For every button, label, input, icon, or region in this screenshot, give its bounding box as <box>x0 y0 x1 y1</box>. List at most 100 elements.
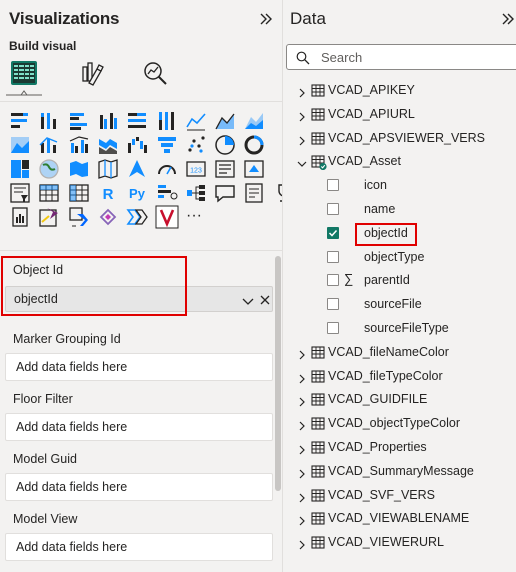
chevron-right-icon[interactable] <box>297 85 307 98</box>
clustered-column-chart-icon[interactable] <box>96 109 120 133</box>
custom-visual-2-icon[interactable] <box>125 205 149 229</box>
marker-grouping-id-drop-zone[interactable]: Add data fields here <box>5 353 273 381</box>
custom-visual-1-icon[interactable] <box>96 205 120 229</box>
field-checkbox[interactable] <box>327 179 339 191</box>
waterfall-chart-icon[interactable] <box>125 133 149 157</box>
field-row-objectid[interactable]: objectId <box>283 221 516 245</box>
object-id-field-pill[interactable]: objectId <box>5 286 273 312</box>
ribbon-chart-icon[interactable] <box>96 133 120 157</box>
close-icon[interactable] <box>259 293 271 305</box>
table-row-vcad_filenamecolor[interactable]: VCAD_fileNameColor <box>283 340 516 364</box>
table-row-vcad_apsviewer_vers[interactable]: VCAD_APSVIEWER_VERS <box>283 126 516 150</box>
table-row-vcad_filetypecolor[interactable]: VCAD_fileTypeColor <box>283 364 516 388</box>
chevron-right-icon[interactable] <box>297 466 307 479</box>
line-and-stacked-column-chart-icon[interactable] <box>37 133 61 157</box>
table-row-vcad_summarymessage[interactable]: VCAD_SummaryMessage <box>283 459 516 483</box>
field-checkbox[interactable] <box>327 251 339 263</box>
field-checkbox[interactable] <box>327 227 339 239</box>
field-checkbox[interactable] <box>327 298 339 310</box>
100-stacked-area-chart-icon[interactable] <box>8 133 32 157</box>
vcad-visual-icon[interactable] <box>155 205 179 229</box>
model-guid-drop-zone[interactable]: Add data fields here <box>5 473 273 501</box>
collapse-pane-icon[interactable] <box>257 10 275 28</box>
kpi-icon[interactable] <box>242 157 266 181</box>
qa-icon[interactable] <box>213 181 237 205</box>
power-apps-icon[interactable] <box>37 205 61 229</box>
treemap-icon[interactable] <box>8 157 32 181</box>
field-row-parentid[interactable]: ∑ parentId <box>283 268 516 292</box>
table-icon[interactable] <box>37 181 61 205</box>
smart-narrative-icon[interactable] <box>242 181 266 205</box>
field-checkbox[interactable] <box>327 274 339 286</box>
stacked-column-chart-icon[interactable] <box>37 109 61 133</box>
collapse-pane-icon[interactable] <box>499 10 516 28</box>
area-chart-icon[interactable] <box>213 109 237 133</box>
scatter-chart-icon[interactable] <box>184 133 208 157</box>
search-box[interactable] <box>286 44 516 70</box>
chevron-right-icon[interactable] <box>297 418 307 431</box>
table-row-vcad_guidfile[interactable]: VCAD_GUIDFILE <box>283 387 516 411</box>
table-row-vcad_viewablename[interactable]: VCAD_VIEWABLENAME <box>283 506 516 530</box>
chevron-right-icon[interactable] <box>297 109 307 122</box>
chevron-right-icon[interactable] <box>297 537 307 550</box>
chevron-right-icon[interactable] <box>297 513 307 526</box>
analytics-button[interactable] <box>138 56 172 90</box>
slicer-icon[interactable] <box>8 181 32 205</box>
chevron-right-icon[interactable] <box>297 371 307 384</box>
decomposition-tree-icon[interactable] <box>184 181 208 205</box>
filled-map-icon[interactable] <box>67 157 91 181</box>
chevron-right-icon[interactable] <box>297 490 307 503</box>
python-visual-icon[interactable]: Py <box>125 181 149 205</box>
100-stacked-bar-chart-icon[interactable] <box>125 109 149 133</box>
field-row-name[interactable]: name <box>283 197 516 221</box>
100-stacked-column-chart-icon[interactable] <box>155 109 179 133</box>
chevron-right-icon[interactable] <box>297 347 307 360</box>
stacked-area-chart-icon[interactable] <box>242 109 266 133</box>
build-visual-button[interactable] <box>7 56 41 90</box>
arcgis-map-icon[interactable] <box>125 157 149 181</box>
field-checkbox[interactable] <box>327 203 339 215</box>
multi-row-card-icon[interactable] <box>213 157 237 181</box>
stacked-bar-chart-icon[interactable] <box>8 109 32 133</box>
chevron-down-icon[interactable] <box>242 294 254 306</box>
donut-chart-icon[interactable] <box>242 133 266 157</box>
table-row-vcad_apikey[interactable]: VCAD_APIKEY <box>283 78 516 102</box>
card-icon[interactable]: 123 <box>184 157 208 181</box>
gauge-icon[interactable] <box>155 157 179 181</box>
table-row-vcad_asset[interactable]: VCAD_Asset <box>283 149 516 173</box>
line-and-clustered-column-chart-icon[interactable] <box>67 133 91 157</box>
chevron-down-icon[interactable] <box>297 156 307 167</box>
goals-icon[interactable] <box>272 181 282 205</box>
field-row-sourcefile[interactable]: sourceFile <box>283 292 516 316</box>
chevron-right-icon[interactable] <box>297 442 307 455</box>
table-row-vcad_objecttypecolor[interactable]: VCAD_objectTypeColor <box>283 411 516 435</box>
power-automate-icon[interactable] <box>67 205 91 229</box>
clustered-bar-chart-icon[interactable] <box>67 109 91 133</box>
map-icon[interactable] <box>37 157 61 181</box>
azure-map-icon[interactable] <box>96 157 120 181</box>
matrix-icon[interactable] <box>67 181 91 205</box>
search-input[interactable] <box>321 48 511 66</box>
key-influencers-icon[interactable] <box>155 181 179 205</box>
table-row-vcad_properties[interactable]: VCAD_Properties <box>283 435 516 459</box>
field-checkbox[interactable] <box>327 322 339 334</box>
table-row-vcad_svf_vers[interactable]: VCAD_SVF_VERS <box>283 483 516 507</box>
model-view-drop-zone[interactable]: Add data fields here <box>5 533 273 561</box>
more-visuals-icon[interactable]: ··· <box>184 205 208 229</box>
field-row-objecttype[interactable]: objectType <box>283 245 516 269</box>
table-icon <box>311 416 325 430</box>
line-chart-icon[interactable] <box>184 109 208 133</box>
chevron-right-icon[interactable] <box>297 394 307 407</box>
r-script-visual-icon[interactable]: R <box>96 181 120 205</box>
pie-chart-icon[interactable] <box>213 133 237 157</box>
format-visual-button[interactable] <box>74 56 108 90</box>
field-row-icon[interactable]: icon <box>283 173 516 197</box>
field-row-sourcefiletype[interactable]: sourceFileType <box>283 316 516 340</box>
chevron-right-icon[interactable] <box>297 133 307 146</box>
funnel-chart-icon[interactable] <box>155 133 179 157</box>
table-row-vcad_apiurl[interactable]: VCAD_APIURL <box>283 102 516 126</box>
table-row-vcad_viewerurl[interactable]: VCAD_VIEWERURL <box>283 530 516 554</box>
scrollbar[interactable] <box>275 256 281 491</box>
paginated-report-icon[interactable] <box>8 205 32 229</box>
floor-filter-drop-zone[interactable]: Add data fields here <box>5 413 273 441</box>
